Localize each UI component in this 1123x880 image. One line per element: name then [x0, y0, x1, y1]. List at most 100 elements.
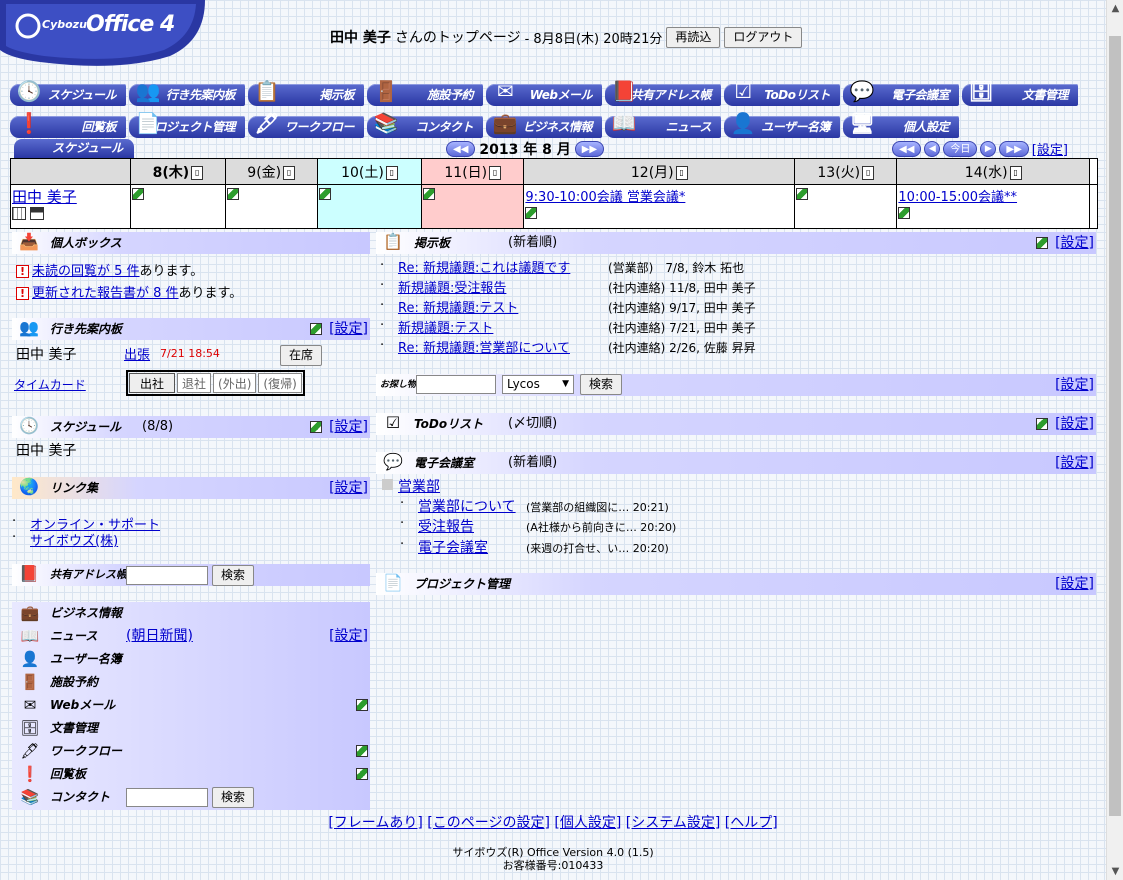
clock-in-button[interactable]: 出社 [129, 373, 176, 393]
next-month-button[interactable]: ▶▶ [574, 141, 605, 157]
news-source-link[interactable]: (朝日新聞) [126, 625, 193, 647]
scroll-down-arrow-icon[interactable]: ▼ [1107, 863, 1123, 880]
whereabouts-status-link[interactable]: 出張 [124, 344, 150, 363]
scrollbar-thumb[interactable] [1109, 36, 1121, 816]
nav-facility[interactable]: 🚪 施設予約 [367, 79, 483, 106]
project-settings-link[interactable]: [設定] [1055, 573, 1094, 595]
present-button[interactable]: 在席 [280, 345, 323, 366]
pencil-icon[interactable] [310, 421, 322, 433]
biz-item-documents[interactable]: 🗄 文書管理 [12, 717, 370, 739]
schedule-panel-settings-link[interactable]: [設定] [329, 416, 368, 438]
pencil-icon[interactable] [356, 768, 368, 780]
biz-item-business[interactable]: 💼 ビジネス情報 [12, 602, 370, 624]
whereabouts-settings-link[interactable]: [設定] [329, 318, 368, 340]
day-header-9[interactable]: 9(金) ▯ [224, 158, 318, 185]
nav-news[interactable]: 📖 ニュース [605, 111, 721, 138]
schedule-user-link[interactable]: 田中 美子 [12, 188, 77, 206]
schedule-cell-12[interactable]: 9:30-10:00会議 営業会議* [523, 184, 796, 229]
schedule-tab[interactable]: スケジュール [14, 139, 134, 158]
bulletin-post-link[interactable]: Re: 新規議題:営業部について [398, 337, 570, 356]
search-engine-select[interactable]: Lycos ▼ [502, 375, 574, 394]
pencil-icon[interactable] [898, 206, 911, 219]
prev-week-button[interactable]: ◀◀ [892, 140, 922, 157]
nav-whereabouts[interactable]: 👥 行き先案内板 [129, 79, 245, 106]
unread-circular-link[interactable]: 未読の回覧が 5 件 [32, 264, 140, 279]
timecard-link[interactable]: タイムカード [14, 376, 86, 393]
links-settings-link[interactable]: [設定] [329, 477, 368, 499]
schedule-settings-link[interactable]: [設定] [1032, 139, 1068, 158]
forum-thread-link[interactable]: 営業部について [418, 496, 516, 516]
scroll-up-arrow-icon[interactable]: ▲ [1107, 0, 1123, 17]
nav-contact[interactable]: 📚 コンタクト [367, 111, 483, 138]
pencil-icon[interactable] [310, 323, 322, 335]
updated-report-link[interactable]: 更新された報告書が 8 件 [32, 286, 179, 301]
schedule-cell-11[interactable] [421, 184, 525, 229]
calendar-icon[interactable]: ▯ [283, 165, 296, 180]
biz-item-users[interactable]: 👤 ユーザー名簿 [12, 648, 370, 670]
nav-documents[interactable]: 🗄 文書管理 [962, 79, 1078, 106]
next-week-button[interactable]: ▶▶ [999, 140, 1029, 157]
schedule-cell-8[interactable] [130, 184, 226, 229]
day-header-12[interactable]: 12(月) ▯ [523, 158, 796, 185]
prev-day-button[interactable]: ◀ [924, 140, 941, 157]
vertical-scrollbar[interactable]: ▲ ▼ [1106, 0, 1123, 880]
calendar-icon[interactable]: ▯ [862, 165, 875, 180]
pencil-icon[interactable] [356, 699, 368, 711]
nav-addressbook[interactable]: 📕 共有アドレス帳 [605, 79, 721, 106]
bulletin-settings-link[interactable]: [設定] [1055, 232, 1094, 254]
logout-button[interactable]: ログアウト [724, 26, 803, 48]
pencil-icon[interactable] [423, 187, 436, 200]
calendar-icon[interactable]: ▯ [385, 165, 398, 180]
nav-bulletin[interactable]: 📋 掲示板 [248, 79, 364, 106]
pencil-icon[interactable] [796, 187, 809, 200]
biz-item-contact[interactable]: 📚 コンタクト 検索 [12, 786, 370, 808]
event-link[interactable]: 9:30-10:00会議 営業会議* [525, 190, 685, 205]
day-header-14[interactable]: 14(水) ▯ [896, 158, 1090, 185]
nav-todo[interactable]: ☑ ToDoリスト [724, 79, 840, 106]
link-cybozu[interactable]: サイボウズ(株) [30, 530, 118, 549]
day-header-11[interactable]: 11(日) ▯ [421, 158, 525, 185]
day-header-8[interactable]: 8(木) ▯ [130, 158, 226, 185]
schedule-cell-9[interactable] [224, 184, 318, 229]
forum-thread-link[interactable]: 電子会議室 [418, 537, 488, 557]
reload-button[interactable]: 再読込 [666, 26, 721, 48]
footer-page-settings-link[interactable]: [このページの設定] [427, 815, 550, 831]
next-day-button[interactable]: ▶ [980, 140, 997, 157]
web-search-button[interactable]: 検索 [580, 374, 623, 395]
biz-item-circular[interactable]: ❗ 回覧板 [12, 763, 370, 785]
pencil-icon[interactable] [525, 206, 538, 219]
nav-webmail[interactable]: ✉ Webメール [486, 79, 602, 106]
biz-item-facility[interactable]: 🚪 施設予約 [12, 671, 370, 693]
footer-system-settings-link[interactable]: [システム設定] [626, 815, 721, 831]
day-header-10[interactable]: 10(土) ▯ [316, 158, 423, 185]
pencil-icon[interactable] [226, 187, 239, 200]
pencil-icon[interactable] [1036, 237, 1048, 249]
calendar-icon[interactable]: ▯ [489, 165, 502, 180]
nav-circular[interactable]: ❗ 回覧板 [10, 111, 126, 138]
bulletin-post-link[interactable]: Re: 新規議題:テスト [398, 297, 518, 316]
calendar-icon[interactable]: ▯ [675, 165, 688, 180]
contact-search-button[interactable]: 検索 [212, 787, 255, 808]
addressbook-search-input[interactable] [126, 566, 208, 585]
bulletin-post-link[interactable]: Re: 新規議題:これは議題です [398, 257, 570, 276]
schedule-cell-10[interactable] [316, 184, 423, 229]
calendar-icon[interactable]: ▯ [1009, 165, 1022, 180]
nav-workflow[interactable]: 🖋 ワークフロー [248, 111, 364, 138]
schedule-cell-13[interactable] [794, 184, 898, 229]
prev-month-button[interactable]: ◀◀ [446, 141, 476, 157]
biz-settings-link[interactable]: [設定] [329, 625, 368, 647]
nav-forum[interactable]: 💬 電子会議室 [843, 79, 959, 106]
day-header-13[interactable]: 13(火) ▯ [794, 158, 898, 185]
biz-item-news[interactable]: 📖 ニュース (朝日新聞) [設定] [12, 625, 370, 647]
nav-business[interactable]: 💼 ビジネス情報 [486, 111, 602, 138]
save-icon[interactable] [30, 207, 45, 220]
schedule-cell-14[interactable]: 10:00-15:00会議** [896, 184, 1090, 229]
footer-personal-settings-link[interactable]: [個人設定] [554, 815, 621, 831]
forum-category-link[interactable]: 営業部 [398, 476, 440, 496]
nav-project[interactable]: 📄 プロジェクト管理 [129, 111, 245, 138]
biz-item-webmail[interactable]: ✉ Webメール [12, 694, 370, 716]
forum-thread-link[interactable]: 受注報告 [418, 516, 474, 536]
addressbook-search-button[interactable]: 検索 [212, 565, 255, 586]
pencil-icon[interactable] [1036, 418, 1048, 430]
contact-search-input[interactable] [126, 788, 208, 807]
